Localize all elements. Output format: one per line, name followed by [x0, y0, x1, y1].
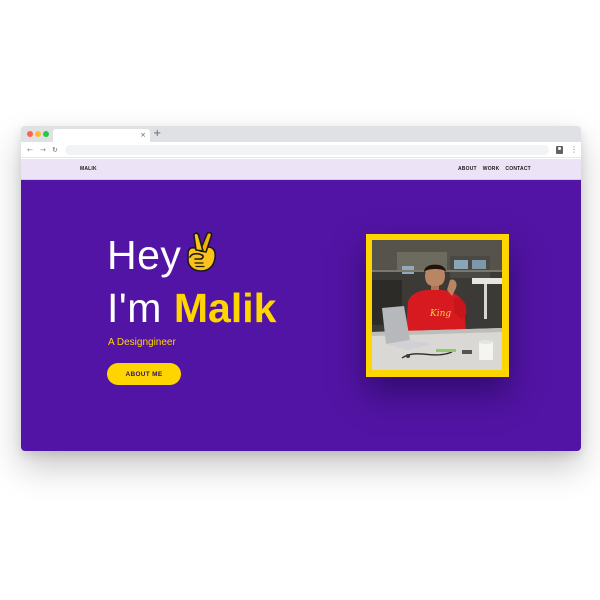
crossed-fingers-icon: [187, 231, 217, 272]
intro-text: I'm: [107, 285, 162, 331]
site-header: MALIK ABOUT WORK CONTACT: [21, 159, 581, 180]
nav-link-contact[interactable]: CONTACT: [505, 166, 530, 172]
close-tab-icon[interactable]: ×: [140, 130, 146, 141]
reload-icon[interactable]: ↻: [52, 144, 58, 156]
profile-photo: King: [372, 240, 502, 370]
maximize-window-dot[interactable]: [43, 131, 49, 137]
site-nav-links: ABOUT WORK CONTACT: [458, 166, 531, 172]
nav-link-work[interactable]: WORK: [483, 166, 500, 172]
shirt-text: King: [429, 309, 451, 319]
about-me-button[interactable]: ABOUT ME: [107, 363, 181, 385]
minimize-window-dot[interactable]: [35, 131, 41, 137]
greeting-text: Hey: [107, 232, 182, 278]
nav-link-about[interactable]: ABOUT: [458, 166, 477, 172]
browser-toolbar: ← → ↻ ⋮: [21, 142, 581, 158]
intro-line: I'm Malik: [107, 284, 276, 332]
browser-tab[interactable]: ×: [53, 129, 150, 142]
tagline: A Designgineer: [108, 337, 176, 348]
hero-name: Malik: [173, 285, 277, 331]
site-logo[interactable]: MALIK: [80, 166, 97, 172]
address-bar[interactable]: [65, 145, 549, 155]
forward-arrow-icon[interactable]: →: [40, 144, 46, 156]
browser-menu-icon[interactable]: ⋮: [570, 144, 578, 156]
profile-photo-frame: King: [366, 234, 509, 377]
new-tab-icon[interactable]: +: [153, 128, 161, 140]
tab-bar: × +: [21, 126, 581, 142]
greeting-line: Hey: [107, 231, 219, 279]
browser-window: × + ← → ↻ ⋮ MALIK ABOUT WORK CONTACT Hey: [21, 126, 581, 451]
profile-icon[interactable]: [556, 146, 563, 154]
back-arrow-icon[interactable]: ←: [27, 144, 33, 156]
hero-section: Hey I'm Malik A Designgineer ABOUT ME Ki…: [21, 180, 581, 451]
close-window-dot[interactable]: [27, 131, 33, 137]
